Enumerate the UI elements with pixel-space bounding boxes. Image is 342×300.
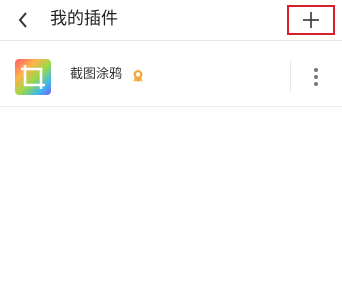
chevron-left-icon xyxy=(18,12,27,28)
plugin-name: 截图涂鸦 xyxy=(70,67,123,82)
top-bar: 我的插件 xyxy=(0,0,342,41)
crop-icon xyxy=(15,59,51,95)
more-options-button[interactable] xyxy=(304,64,328,90)
add-plugin-button[interactable] xyxy=(287,5,335,35)
more-vertical-icon xyxy=(314,68,318,86)
page-title: 我的插件 xyxy=(50,9,118,29)
plus-icon xyxy=(303,12,319,28)
plugin-list-item[interactable]: 截图涂鸦 xyxy=(0,48,342,107)
verified-badge-icon xyxy=(131,68,145,82)
back-button[interactable] xyxy=(12,9,34,31)
row-divider xyxy=(290,61,291,93)
